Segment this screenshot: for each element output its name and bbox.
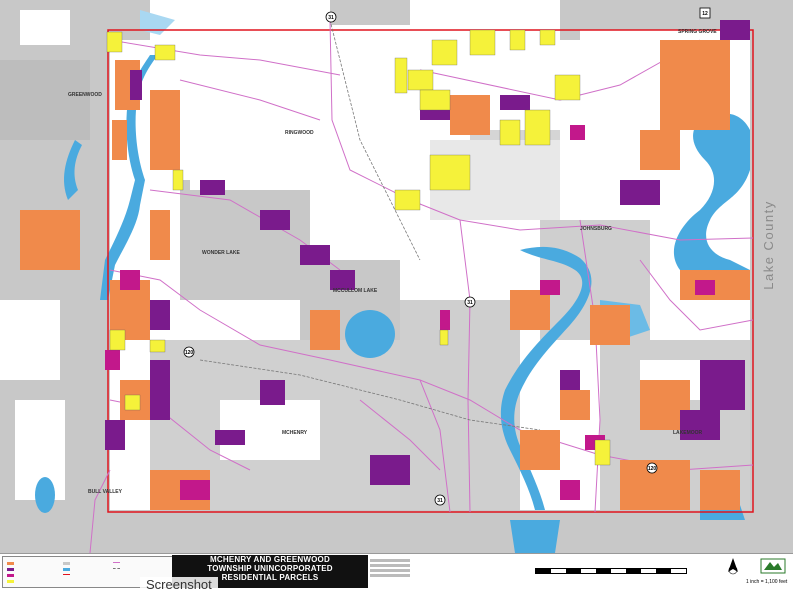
legend-swatch-railroad xyxy=(113,568,120,569)
map-title-line-1: MCHENRY AND GREENWOOD xyxy=(210,555,330,564)
place-label-spring-grove: SPRING GROVE xyxy=(678,29,717,35)
place-label-ringwood: RINGWOOD xyxy=(285,130,314,136)
place-label-greenwood: GREENWOOD xyxy=(68,92,102,98)
info-line xyxy=(370,559,410,562)
route-label-31-center: 31 xyxy=(467,300,473,306)
scale-bar-graphic xyxy=(535,568,687,574)
place-label-bull-valley: BULL VALLEY xyxy=(88,489,123,495)
legend-swatch-water xyxy=(63,568,70,571)
place-label-mccullom-lake: MCCULLOM LAKE xyxy=(333,288,378,294)
legend-swatch-orange xyxy=(7,562,14,565)
info-line xyxy=(370,564,410,567)
county-logo-icon xyxy=(760,558,786,574)
legend-swatch-gray xyxy=(63,562,70,565)
place-label-wonder-lake: WONDER LAKE xyxy=(202,250,240,256)
map-canvas: 31 31 31 120 120 12 GREENWOOD RINGWOOD S… xyxy=(0,0,793,553)
map-title-line-2: TOWNSHIP UNINCORPORATED xyxy=(207,564,333,573)
scale-bar xyxy=(515,558,705,584)
info-line xyxy=(370,569,410,572)
county-label: Lake County xyxy=(761,200,776,290)
north-arrow-icon xyxy=(728,558,738,575)
place-label-lakemoor: LAKEMOOR xyxy=(673,430,703,436)
legend-swatch-yellow xyxy=(7,580,14,583)
scale-text: 1 inch = 1,100 feet xyxy=(746,579,788,585)
route-label-31-north: 31 xyxy=(328,15,334,21)
legend-swatch-road xyxy=(113,562,120,563)
place-label-johnsburg: JOHNSBURG xyxy=(580,226,612,232)
place-label-mchenry: MCHENRY xyxy=(282,430,308,436)
screenshot-watermark: Screenshot xyxy=(140,577,218,592)
info-table xyxy=(370,557,510,586)
route-label-120-east: 120 xyxy=(648,466,657,472)
legend-swatch-magenta xyxy=(7,574,14,577)
info-line xyxy=(370,574,410,577)
map-footer: MCHENRY AND GREENWOOD TOWNSHIP UNINCORPO… xyxy=(0,553,793,589)
route-label-12: 12 xyxy=(702,11,708,17)
route-label-120-west: 120 xyxy=(185,350,194,356)
legend-swatch-boundary xyxy=(63,574,70,575)
legend-swatch-purple xyxy=(7,568,14,571)
route-label-31-south: 31 xyxy=(437,498,443,504)
